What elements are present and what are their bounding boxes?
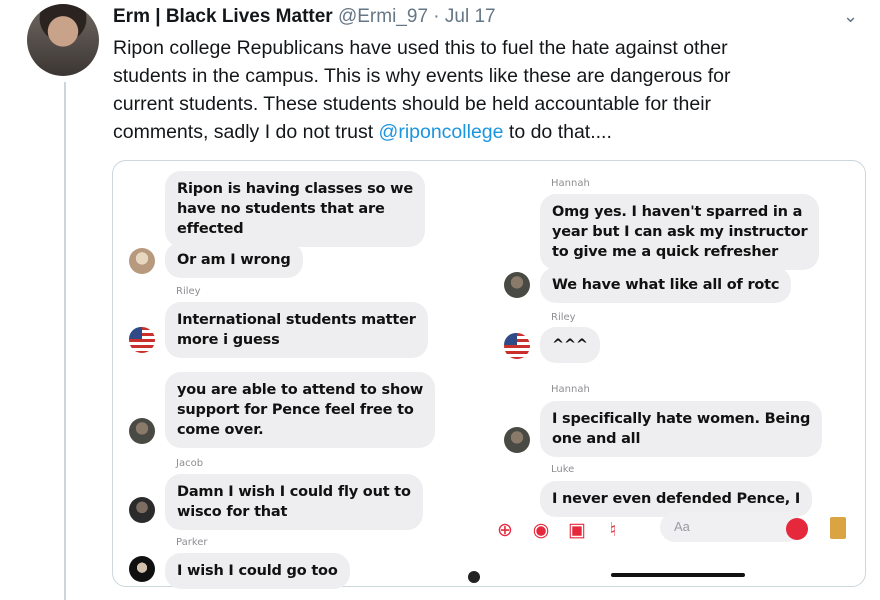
chat-line: ^^^ xyxy=(552,337,588,353)
text-prefix: comments, sadly I do not trust xyxy=(113,121,379,143)
chat-bubble: We have what like all of rotc xyxy=(540,267,792,303)
tweet-line-3: current students. These students should … xyxy=(113,93,712,115)
chat-sender: Jacob xyxy=(176,458,204,469)
microphone-icon[interactable]: ♮ xyxy=(598,515,628,545)
chat-bubble: Or am I wrong xyxy=(165,242,303,278)
chat-avatar xyxy=(129,497,155,523)
chat-avatar xyxy=(504,427,530,453)
dot-icon xyxy=(468,571,480,583)
text-suffix: to do that.... xyxy=(503,121,612,143)
chat-sender: Luke xyxy=(551,464,575,475)
chat-line: I specifically hate women. Being xyxy=(552,411,811,427)
chat-avatar xyxy=(504,333,530,359)
chat-line: Damn I wish I could fly out to xyxy=(177,484,411,500)
chat-sender: Riley xyxy=(176,286,201,297)
tweet-header: Erm | Black Lives Matter @Ermi_97 · Jul … xyxy=(113,6,496,28)
chat-bubble: Damn I wish I could fly out to wisco for… xyxy=(165,474,423,530)
chat-line: I wish I could go too xyxy=(177,563,338,579)
sticker-icon[interactable] xyxy=(830,517,846,539)
chat-bubble: Omg yes. I haven't sparred in a year but… xyxy=(540,194,820,270)
chat-sender: Hannah xyxy=(551,384,590,395)
tweet-line-1: Ripon college Republicans have used this… xyxy=(113,37,728,59)
chat-bubble: ^^^ xyxy=(540,327,600,363)
chat-line: effected xyxy=(177,221,244,237)
message-input[interactable]: Aa xyxy=(660,512,802,542)
chat-avatar xyxy=(504,272,530,298)
chat-avatar xyxy=(129,418,155,444)
chevron-down-icon[interactable]: ⌄ xyxy=(843,6,858,27)
chat-avatar xyxy=(129,327,155,353)
chat-avatar xyxy=(129,556,155,582)
separator: · xyxy=(433,6,440,27)
mention-link[interactable]: @riponcollege xyxy=(379,121,504,143)
chat-line: Or am I wrong xyxy=(177,252,291,268)
image-icon[interactable]: ▣ xyxy=(562,515,592,545)
chat-bubble: you are able to attend to show support f… xyxy=(165,372,436,448)
plus-icon[interactable]: ⊕ xyxy=(490,515,520,545)
display-name[interactable]: Erm | Black Lives Matter xyxy=(113,6,333,27)
chat-line: I never even defended Pence, I xyxy=(552,491,801,507)
emoji-icon[interactable] xyxy=(786,518,808,540)
profile-avatar[interactable] xyxy=(27,4,99,76)
chat-avatar xyxy=(129,248,155,274)
tweet-line-4: comments, sadly I do not trust @riponcol… xyxy=(113,118,833,146)
chat-line: Omg yes. I haven't sparred in a xyxy=(552,204,803,220)
tweet-line-2: students in the campus. This is why even… xyxy=(113,65,731,87)
home-indicator xyxy=(611,573,745,577)
chat-bubble: I specifically hate women. Being one and… xyxy=(540,401,823,457)
chat-line: one and all xyxy=(552,431,641,447)
chat-line: We have what like all of rotc xyxy=(552,277,780,293)
chat-sender: Hannah xyxy=(551,178,590,189)
chat-line: you are able to attend to show xyxy=(177,382,424,398)
chat-line: year but I can ask my instructor xyxy=(552,224,808,240)
chat-bubble: Ripon is having classes so we have no st… xyxy=(165,171,425,247)
chat-line: wisco for that xyxy=(177,504,288,520)
chat-line: to give me a quick refresher xyxy=(552,244,779,260)
chat-sender: Riley xyxy=(551,312,576,323)
user-handle[interactable]: @Ermi_97 xyxy=(338,6,428,27)
thread-line xyxy=(64,82,66,600)
chat-line: have no students that are xyxy=(177,201,385,217)
chat-line: come over. xyxy=(177,422,264,438)
chat-sender: Parker xyxy=(176,537,208,548)
camera-icon[interactable]: ◉ xyxy=(526,515,556,545)
chat-line: International students matter xyxy=(177,312,416,328)
chat-bubble: I wish I could go too xyxy=(165,553,350,589)
tweet-text: Ripon college Republicans have used this… xyxy=(113,34,833,146)
chat-line: support for Pence feel free to xyxy=(177,402,414,418)
chat-line: more i guess xyxy=(177,332,280,348)
tweet-date[interactable]: Jul 17 xyxy=(445,6,496,27)
chat-bubble: International students matter more i gue… xyxy=(165,302,428,358)
chat-line: Ripon is having classes so we xyxy=(177,181,413,197)
